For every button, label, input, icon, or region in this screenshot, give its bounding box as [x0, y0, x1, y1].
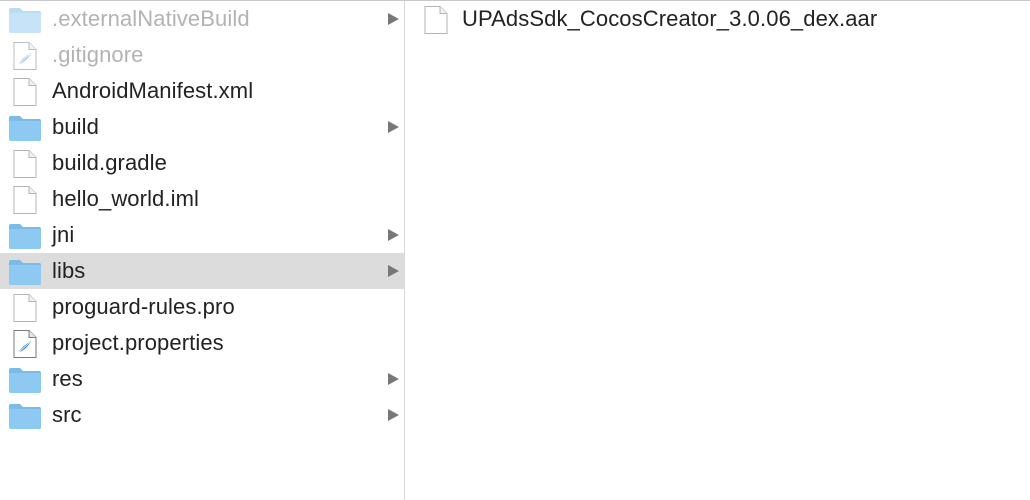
list-item[interactable]: .gitignore	[0, 37, 404, 73]
item-name: .gitignore	[52, 42, 144, 67]
list-item[interactable]: .externalNativeBuild	[0, 1, 404, 37]
disclosure-arrow-icon	[388, 121, 399, 133]
item-name: proguard-rules.pro	[52, 294, 235, 319]
item-name: src	[52, 402, 82, 427]
item-name: res	[52, 366, 83, 391]
column-parent[interactable]: .externalNativeBuild .gitignore AndroidMan…	[0, 1, 405, 500]
list-item[interactable]: project.properties	[0, 325, 404, 361]
file-list: .externalNativeBuild .gitignore AndroidMan…	[0, 1, 404, 433]
folder-icon	[8, 6, 42, 34]
list-item[interactable]: hello_world.iml	[0, 181, 404, 217]
list-item[interactable]: libs	[0, 253, 404, 289]
feather-document-icon	[8, 42, 42, 70]
folder-icon	[8, 402, 42, 430]
folder-icon	[8, 222, 42, 250]
folder-icon	[8, 114, 42, 142]
document-icon	[8, 294, 42, 322]
list-item[interactable]: proguard-rules.pro	[0, 289, 404, 325]
item-name: jni	[52, 222, 75, 247]
finder-window: .externalNativeBuild .gitignore AndroidMan…	[0, 0, 1030, 500]
disclosure-arrow-icon	[388, 229, 399, 241]
item-name: build.gradle	[52, 150, 167, 175]
folder-icon	[8, 258, 42, 286]
item-name: hello_world.iml	[52, 186, 200, 211]
file-list: UPAdsSdk_CocosCreator_3.0.06_dex.aar	[405, 1, 1030, 37]
folder-icon	[8, 366, 42, 394]
item-name: .externalNativeBuild	[52, 6, 250, 31]
list-item[interactable]: UPAdsSdk_CocosCreator_3.0.06_dex.aar	[405, 1, 1030, 37]
feather-document-icon	[8, 330, 42, 358]
disclosure-arrow-icon	[388, 409, 399, 421]
list-item[interactable]: jni	[0, 217, 404, 253]
document-icon	[8, 78, 42, 106]
list-item[interactable]: AndroidManifest.xml	[0, 73, 404, 109]
disclosure-arrow-icon	[388, 13, 399, 25]
document-icon	[8, 150, 42, 178]
document-icon	[419, 6, 453, 34]
item-name: UPAdsSdk_CocosCreator_3.0.06_dex.aar	[462, 6, 878, 31]
column-libs-contents[interactable]: UPAdsSdk_CocosCreator_3.0.06_dex.aar	[405, 1, 1030, 500]
list-item[interactable]: res	[0, 361, 404, 397]
item-name: libs	[52, 258, 86, 283]
disclosure-arrow-icon	[388, 373, 399, 385]
list-item[interactable]: src	[0, 397, 404, 433]
item-name: AndroidManifest.xml	[52, 78, 254, 103]
disclosure-arrow-icon	[388, 265, 399, 277]
item-name: project.properties	[52, 330, 224, 355]
list-item[interactable]: build	[0, 109, 404, 145]
document-icon	[8, 186, 42, 214]
item-name: build	[52, 114, 99, 139]
list-item[interactable]: build.gradle	[0, 145, 404, 181]
